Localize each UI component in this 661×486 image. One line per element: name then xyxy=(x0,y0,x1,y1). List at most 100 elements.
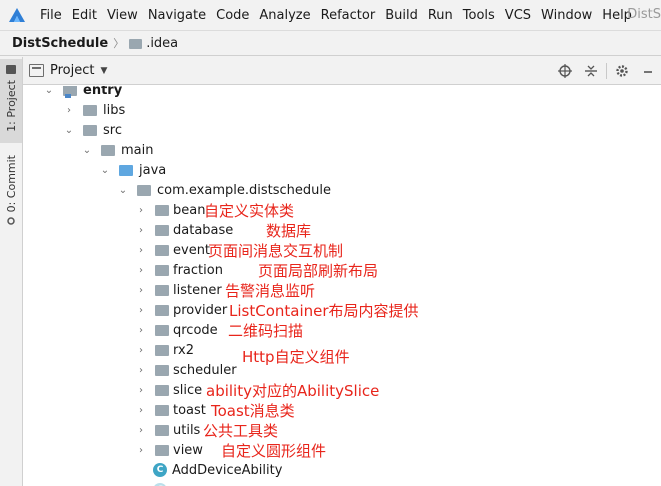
menu-bar: File Edit View Navigate Code Analyze Ref… xyxy=(0,0,661,30)
menu-navigate[interactable]: Navigate xyxy=(143,8,211,23)
chevron-right-icon[interactable]: › xyxy=(135,385,147,396)
collapse-all-icon[interactable] xyxy=(578,57,604,85)
tree-node-qrcode[interactable]: › qrcode 二维码扫描 xyxy=(23,320,661,340)
annotation-bean: 自定义实体类 xyxy=(204,201,295,220)
project-view-icon xyxy=(29,64,44,77)
tree-node-java[interactable]: ⌄ java xyxy=(23,160,661,180)
menu-build[interactable]: Build xyxy=(380,8,423,23)
tree-node-label: entry xyxy=(83,86,123,98)
chevron-down-icon[interactable]: ⌄ xyxy=(117,185,129,196)
panel-title[interactable]: Project xyxy=(50,63,94,78)
chevron-right-icon[interactable]: › xyxy=(63,105,75,116)
tree-node-fraction[interactable]: › fraction 页面局部刷新布局 xyxy=(23,260,661,280)
chevron-down-icon[interactable]: ⌄ xyxy=(99,165,111,176)
folder-icon xyxy=(6,65,16,74)
settings-icon[interactable] xyxy=(609,57,635,85)
annotation-event: 页面间消息交互机制 xyxy=(208,241,344,260)
app-logo-icon xyxy=(8,7,26,23)
tree-node-provider[interactable]: › provider ListContainer布局内容提供 xyxy=(23,300,661,320)
menu-tools[interactable]: Tools xyxy=(458,8,500,23)
package-icon xyxy=(155,364,169,376)
tree-node-package[interactable]: ⌄ com.example.distschedule xyxy=(23,180,661,200)
breadcrumb-project[interactable]: DistSchedule xyxy=(12,36,108,51)
chevron-right-icon[interactable]: › xyxy=(135,305,147,316)
annotation-utils: 公共工具类 xyxy=(203,421,279,440)
tree-node-label: provider xyxy=(173,302,228,318)
chevron-right-icon[interactable]: › xyxy=(135,285,147,296)
tab-project[interactable]: 1: Project xyxy=(0,59,22,143)
tree-node-bean[interactable]: › bean 自定义实体类 xyxy=(23,200,661,220)
menu-refactor[interactable]: Refactor xyxy=(316,8,381,23)
chevron-right-icon[interactable]: › xyxy=(135,325,147,336)
tab-commit[interactable]: 0: Commit xyxy=(0,147,22,227)
tree-node-entry[interactable]: ⌄ entry xyxy=(23,86,661,100)
package-icon xyxy=(155,404,169,416)
tree-node-label: toast xyxy=(173,402,206,418)
menu-window[interactable]: Window xyxy=(536,8,597,23)
minimize-icon[interactable] xyxy=(635,57,661,85)
tree-node-label: rx2 xyxy=(173,342,194,358)
tree-node-main[interactable]: ⌄ main xyxy=(23,140,661,160)
tree-node-label: AddDeviceAbility xyxy=(172,462,283,478)
tree-node-utils[interactable]: › utils 公共工具类 xyxy=(23,420,661,440)
tab-project-label: 1: Project xyxy=(4,80,18,132)
tree-node-view[interactable]: › view 自定义圆形组件 xyxy=(23,440,661,460)
tree-node-slice[interactable]: › slice ability对应的AbilitySlice xyxy=(23,380,661,400)
chevron-down-icon[interactable]: ⌄ xyxy=(63,125,75,136)
annotation-qrcode: 二维码扫描 xyxy=(228,321,304,340)
tree-node-adddeviceability[interactable]: C AddDeviceAbility xyxy=(23,460,661,480)
tree-node-scheduler[interactable]: › scheduler xyxy=(23,360,661,380)
annotation-toast: Toast消息类 xyxy=(211,401,295,420)
tree-node-label: fraction xyxy=(173,262,223,278)
menu-analyze[interactable]: Analyze xyxy=(254,8,315,23)
chevron-right-icon[interactable]: › xyxy=(135,265,147,276)
chevron-right-icon[interactable]: › xyxy=(135,345,147,356)
menu-edit[interactable]: Edit xyxy=(67,8,102,23)
breadcrumb-folder[interactable]: .idea xyxy=(146,36,178,51)
chevron-right-icon[interactable]: › xyxy=(135,425,147,436)
annotation-listener: 告警消息监听 xyxy=(225,281,316,300)
chevron-right-icon[interactable]: › xyxy=(135,205,147,216)
tab-commit-label: 0: Commit xyxy=(4,155,18,213)
menu-file[interactable]: File xyxy=(35,8,67,23)
chevron-right-icon[interactable]: › xyxy=(135,245,147,256)
package-icon xyxy=(155,344,169,356)
menu-run[interactable]: Run xyxy=(423,8,458,23)
tree-node-label: java xyxy=(139,162,167,178)
source-folder-icon xyxy=(119,164,133,176)
folder-icon xyxy=(101,144,115,156)
folder-icon xyxy=(83,104,97,116)
annotation-database: 数据库 xyxy=(266,221,312,240)
tree-node-label: event xyxy=(173,242,211,258)
tree-node-src[interactable]: ⌄ src xyxy=(23,120,661,140)
chevron-right-icon[interactable]: › xyxy=(135,405,147,416)
tree-node-label: main xyxy=(121,142,154,158)
tree-node-label: listener xyxy=(173,282,222,298)
locate-icon[interactable] xyxy=(552,57,578,85)
chevron-right-icon: 〉 xyxy=(113,37,125,50)
menu-view[interactable]: View xyxy=(102,8,143,23)
tree-node-event[interactable]: › event 页面间消息交互机制 xyxy=(23,240,661,260)
tree-node-label: view xyxy=(173,442,203,458)
package-icon xyxy=(155,204,169,216)
tree-node-database[interactable]: › database 数据库 xyxy=(23,220,661,240)
chevron-down-icon[interactable]: ⌄ xyxy=(81,145,93,156)
breadcrumb: DistSchedule 〉 .idea xyxy=(0,30,661,56)
tree-node-rx2[interactable]: › rx2 Http自定义组件 xyxy=(23,340,661,367)
tree-node-libs[interactable]: › libs xyxy=(23,100,661,120)
tree-node-toast[interactable]: › toast Toast消息类 xyxy=(23,400,661,420)
package-icon xyxy=(155,424,169,436)
menu-code[interactable]: Code xyxy=(211,8,254,23)
package-icon xyxy=(155,384,169,396)
chevron-down-icon[interactable]: ▼ xyxy=(100,66,107,76)
chevron-right-icon[interactable]: › xyxy=(135,225,147,236)
chevron-right-icon[interactable]: › xyxy=(135,365,147,376)
tree-node-listener[interactable]: › listener 告警消息监听 xyxy=(23,280,661,300)
chevron-right-icon[interactable]: › xyxy=(135,445,147,456)
menu-vcs[interactable]: VCS xyxy=(500,8,536,23)
tree-node-label: com.example.distschedule xyxy=(157,182,331,198)
annotation-view: 自定义圆形组件 xyxy=(221,441,327,460)
chevron-down-icon[interactable]: ⌄ xyxy=(43,86,55,96)
toolbar-divider xyxy=(606,63,607,79)
tool-window-stripe: 1: Project 0: Commit xyxy=(0,57,23,486)
